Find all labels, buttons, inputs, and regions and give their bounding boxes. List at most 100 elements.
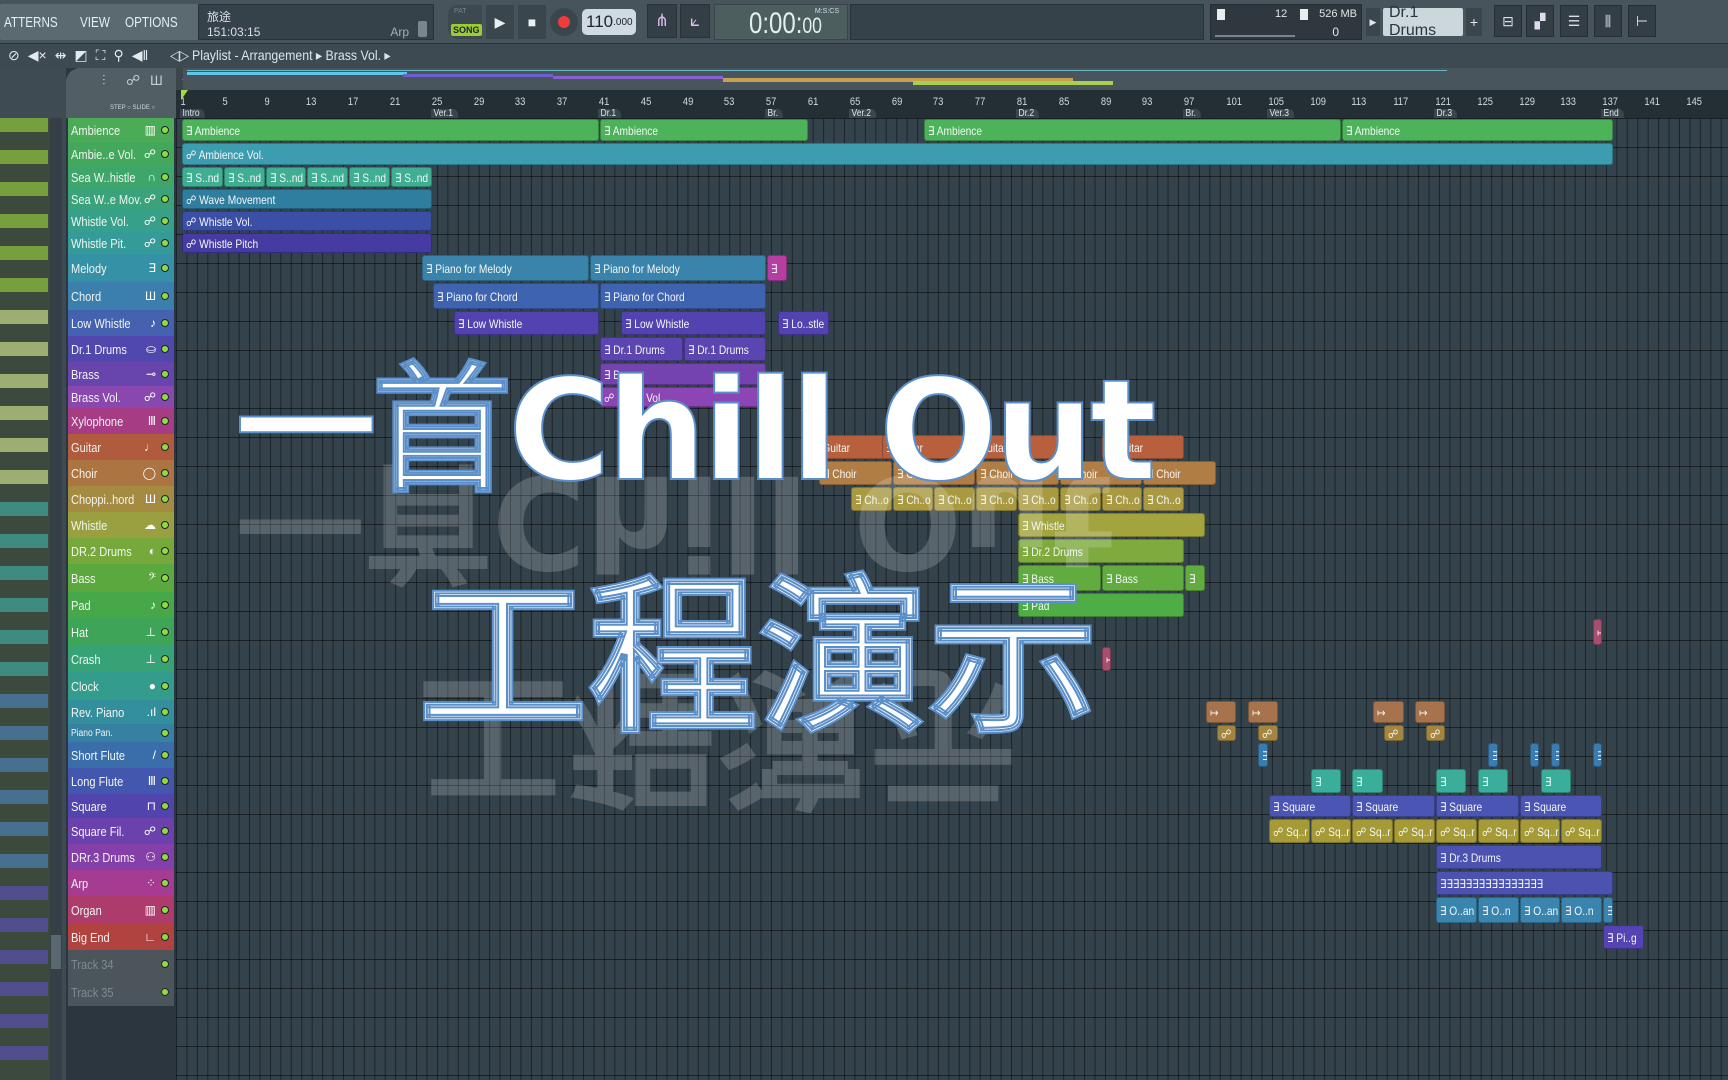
playlist-clip[interactable]: ☍ Sq..r [1436, 819, 1477, 843]
track-header[interactable]: Crash ⊥ [68, 646, 174, 672]
playlist-clip[interactable]: ↦ [1206, 701, 1237, 723]
hint-knob[interactable] [418, 21, 427, 37]
mixer-window-button[interactable]: ⫼ [1594, 5, 1622, 37]
playlist-clip[interactable]: ∃∃∃∃∃∃∃∃∃∃∃∃∃∃∃∃ [1436, 871, 1613, 895]
track-mute-led[interactable] [161, 933, 169, 941]
track-header[interactable]: Brass Vol. ☍ [68, 386, 174, 408]
playlist-clip[interactable]: ☍ Sq..r [1477, 819, 1519, 843]
wait-input-button[interactable]: ⟀ [680, 4, 710, 38]
track-header[interactable]: Organ ▥ [68, 896, 174, 924]
playlist-clip[interactable]: ☍ [1258, 725, 1279, 741]
song-overview[interactable] [183, 68, 1728, 90]
playlist-clip[interactable]: ∃ Ch..o [1143, 487, 1185, 511]
track-header[interactable]: Sea W..e Mov. ☍ [68, 188, 174, 210]
playlist-clip[interactable]: ∃ [1436, 769, 1467, 793]
track-header[interactable]: DR.2 Drums ◐ [68, 538, 174, 564]
browser-window-button[interactable]: ⊢ [1628, 5, 1656, 37]
pat-song-toggle[interactable]: PAT SONG [448, 5, 482, 39]
track-mute-led[interactable] [161, 469, 169, 477]
playlist-clip[interactable]: ↦ [1101, 647, 1112, 671]
menu-options[interactable]: OPTIONS [125, 14, 178, 31]
playlist-clip[interactable]: ∃ Guitar [965, 435, 1070, 459]
automation-icon[interactable]: ☍ [126, 72, 140, 89]
track-mute-led[interactable] [161, 777, 169, 785]
playlist-clip[interactable]: ∃ Piano for Melody [589, 255, 767, 281]
playlist-clip[interactable]: ☍ Ambience Vol. [182, 143, 1613, 165]
playlist-clip[interactable]: ∃ O..an [1519, 897, 1561, 923]
playlist-clip[interactable]: ∃ Ch..o [976, 487, 1017, 511]
track-header[interactable]: Long Flute Ⅲ [68, 768, 174, 794]
playlist-clip[interactable]: ∃ [1258, 743, 1268, 767]
playlist-clip[interactable]: ∃ Square [1436, 795, 1519, 817]
playlist-clip[interactable]: ∃ [1310, 769, 1341, 793]
pattern-icon[interactable]: Ш [150, 72, 163, 88]
track-header[interactable]: Guitar ♩ [68, 434, 174, 460]
track-mute-led[interactable] [161, 393, 169, 401]
playlist-clip[interactable]: ∃ [1352, 769, 1383, 793]
track-header[interactable]: Choir ◯ [68, 460, 174, 486]
track-header[interactable]: Square ⊓ [68, 794, 174, 818]
track-mute-led[interactable] [161, 345, 169, 353]
track-mute-led[interactable] [161, 319, 169, 327]
tempo-field[interactable]: 110.000 [582, 9, 636, 35]
mute-tool-icon[interactable]: ◀× [28, 47, 47, 64]
track-header[interactable]: Whistle ☁ [68, 512, 174, 538]
playlist-clip[interactable]: ∃ Ch..o [892, 487, 934, 511]
playlist-clip[interactable]: ∃ [767, 255, 788, 281]
track-mute-led[interactable] [161, 547, 169, 555]
playlist-clip[interactable]: ∃ O..n [1477, 897, 1519, 923]
playlist-clip[interactable]: ∃ Bass [1018, 565, 1101, 591]
playlist-clip[interactable]: ∃ Dr.2 Drums [1018, 539, 1185, 563]
playlist-clip[interactable]: ∃ Choir [892, 461, 976, 485]
playlist-clip[interactable]: ☍ Sq..r [1561, 819, 1603, 843]
track-mute-led[interactable] [161, 827, 169, 835]
track-mute-led[interactable] [161, 370, 169, 378]
playlist-clip[interactable]: ☍ Wave Movement [182, 189, 432, 209]
track-mute-led[interactable] [161, 729, 169, 737]
track-mute-led[interactable] [161, 443, 169, 451]
track-header[interactable]: Choppi..hord Ш [68, 486, 174, 512]
track-mute-led[interactable] [161, 628, 169, 636]
track-header[interactable]: Brass ⊸ [68, 362, 174, 386]
playlist-clip[interactable]: ∃ S..nd [349, 167, 390, 187]
track-mute-led[interactable] [161, 751, 169, 759]
menu-patterns[interactable]: ATTERNS [4, 14, 58, 31]
playlist-clip[interactable]: ∃ S..nd [223, 167, 265, 187]
playlist-clip[interactable]: ∃ Ch..o [1101, 487, 1143, 511]
playlist-clip[interactable]: ∃ Ch..o [1059, 487, 1101, 511]
track-mute-led[interactable] [161, 879, 169, 887]
playlist-clip[interactable]: ∃ [1603, 897, 1613, 923]
playlist-clip[interactable]: ∃ Ambience [600, 119, 808, 141]
track-header[interactable]: Arp ⁘ [68, 870, 174, 896]
zoom-tool-icon[interactable]: ⚲ [113, 47, 123, 64]
playlist-clip[interactable]: ∃ Low Whistle [620, 311, 767, 335]
channel-rack-window-button[interactable]: ☰ [1560, 5, 1588, 37]
track-mute-led[interactable] [161, 417, 169, 425]
step-slide-toggle[interactable]: STEP ○ SLIDE ○ [110, 105, 155, 111]
playlist-clip[interactable]: ☍ Sq..r [1310, 819, 1352, 843]
track-header[interactable]: Whistle Vol. ☍ [68, 210, 174, 232]
track-mute-led[interactable] [161, 906, 169, 914]
playlist-clip[interactable]: ∃ Square [1352, 795, 1435, 817]
playlist-clip[interactable]: ∃ Pi..g [1603, 925, 1644, 949]
playlist-clip[interactable]: ∃ [1550, 743, 1561, 767]
timeline-ruler[interactable]: 1 5 9 13 17 21 25 29 33 37 41 45 49 53 57 61 65 69 73 77 81 8… [176, 90, 1728, 119]
metronome-button[interactable]: ⋔ [647, 4, 677, 38]
track-header[interactable]: Chord Ш [68, 282, 174, 310]
playlist-clip[interactable]: ∃ [1530, 743, 1540, 767]
track-mute-led[interactable] [161, 150, 169, 158]
track-header[interactable]: DRr.3 Drums ⚇ [68, 844, 174, 870]
track-mute-led[interactable] [161, 495, 169, 503]
mute-icon[interactable]: ⊘ [8, 47, 20, 64]
playlist-clip[interactable]: ∃ S..nd [182, 167, 223, 187]
playlist-grid[interactable]: ∃ Ambience ∃ Ambience ∃ Ambience ∃ Ambience… [176, 118, 1728, 1080]
pattern-menu-button[interactable]: ▶ [1366, 8, 1380, 36]
playlist-clip[interactable]: ↦ [1592, 619, 1603, 645]
playlist-clip[interactable]: ∃ Square [1268, 795, 1352, 817]
playlist-clip[interactable]: ☍ Sq..r [1268, 819, 1310, 843]
playlist-clip[interactable]: ∃ Choir [1059, 461, 1143, 485]
playlist-clip[interactable]: ↦ [1373, 701, 1404, 723]
playlist-clip[interactable]: ∃ [1185, 565, 1206, 591]
add-pattern-button[interactable]: + [1466, 8, 1482, 36]
track-header[interactable]: Rev. Piano .ıl [68, 700, 174, 724]
